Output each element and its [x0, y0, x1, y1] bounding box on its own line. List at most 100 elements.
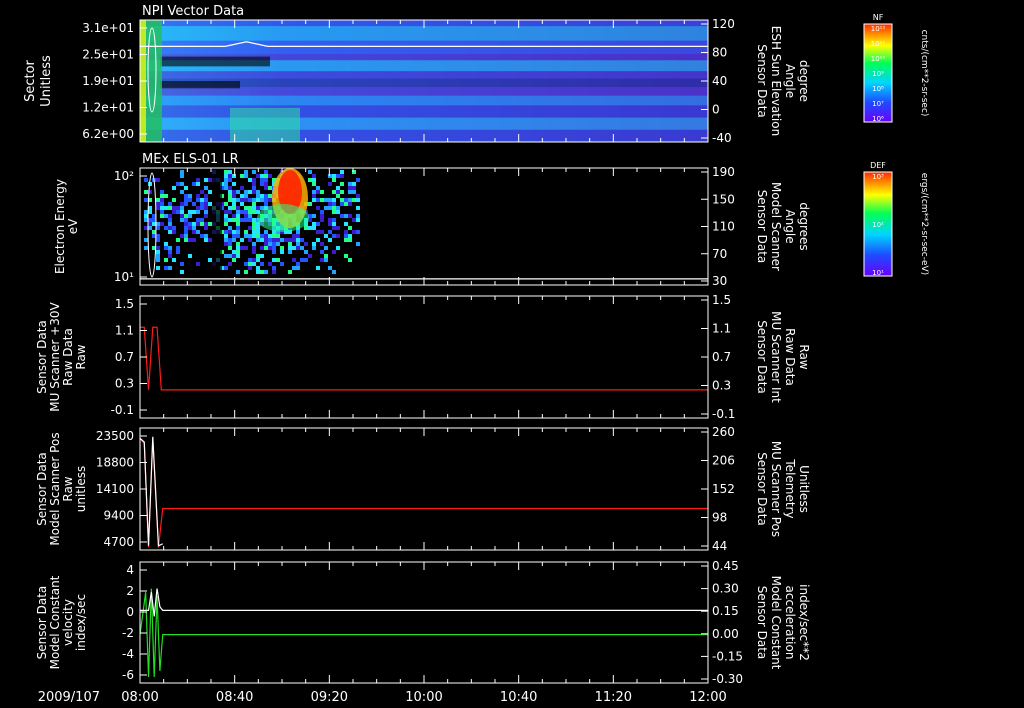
right-tick-label: 0.7 [712, 350, 731, 364]
right-tick-label: 260 [712, 425, 735, 439]
els-heatmap-cell [152, 218, 156, 222]
els-heatmap-cell [252, 202, 256, 206]
els-heatmap-cell [276, 242, 280, 246]
els-heatmap-cell [328, 174, 332, 178]
els-heatmap-cell [232, 238, 236, 242]
els-heatmap-cell [172, 186, 176, 190]
els-heatmap-cell [236, 222, 240, 226]
els-heatmap-cell [312, 198, 316, 202]
els-heatmap-cell [236, 206, 240, 210]
els-heatmap-cell [228, 194, 232, 198]
els-heatmap-cell [188, 226, 192, 230]
els-heatmap-cell [144, 214, 148, 218]
els-heatmap-cell [148, 218, 152, 222]
y-tick-label: 10² [114, 169, 134, 183]
els-heatmap-cell [272, 270, 276, 274]
els-heatmap-cell [352, 218, 356, 222]
els-heatmap-cell [196, 194, 200, 198]
els-heatmap-cell [200, 198, 204, 202]
els-heatmap-cell [156, 202, 160, 206]
els-heatmap-cell [180, 210, 184, 214]
els-heatmap-cell [316, 190, 320, 194]
els-heatmap-cell [196, 222, 200, 226]
els-heatmap-cell [176, 238, 180, 242]
els-heatmap-cell [240, 246, 244, 250]
els-heatmap-cell [252, 186, 256, 190]
els-heatmap-cell [316, 206, 320, 210]
els-heatmap-cell [224, 186, 228, 190]
els-heatmap-cell [312, 178, 316, 182]
els-heatmap-cell [324, 198, 328, 202]
els-heatmap-cell [328, 238, 332, 242]
els-heatmap-cell [288, 250, 292, 254]
right-axis-label: degrees [797, 202, 811, 250]
els-heatmap-cell [348, 214, 352, 218]
els-heatmap-cell [336, 186, 340, 190]
els-heatmap-cell [268, 198, 272, 202]
els-heatmap-cell [244, 270, 248, 274]
els-heatmap-cell [280, 238, 284, 242]
els-heatmap-cell [196, 198, 200, 202]
y-tick-label: 14100 [96, 482, 134, 496]
els-heatmap-cell [248, 262, 252, 266]
npi-heatmap-band [140, 105, 708, 118]
els-heatmap-cell [336, 246, 340, 250]
y-tick-label: 1.5 [115, 297, 134, 311]
els-heatmap-cell [224, 266, 228, 270]
els-heatmap-cell [236, 234, 240, 238]
els-heatmap-cell [268, 238, 272, 242]
right-tick-label: 98 [712, 511, 727, 525]
els-heatmap-cell [356, 178, 360, 182]
els-heatmap-cell [228, 230, 232, 234]
els-heatmap-cell [236, 198, 240, 202]
els-heatmap-cell [248, 234, 252, 238]
els-heatmap-cell [252, 262, 256, 266]
els-heatmap-cell [236, 210, 240, 214]
els-heatmap-cell [352, 198, 356, 202]
panel-title: NPI Vector Data [142, 4, 244, 19]
els-heatmap-cell [328, 206, 332, 210]
els-heatmap-cell [204, 210, 208, 214]
right-axis-label: acceleration [783, 586, 797, 660]
els-heatmap-cell [308, 178, 312, 182]
els-heatmap-cell [336, 190, 340, 194]
els-heatmap-cell [332, 270, 336, 274]
right-tick-label: 80 [712, 46, 727, 60]
els-heatmap-cell [156, 226, 160, 230]
right-tick-label: 0.3 [712, 379, 731, 393]
colorbar-tick: 10⁶ [872, 115, 884, 123]
els-heatmap-cell [328, 182, 332, 186]
els-heatmap-cell [248, 198, 252, 202]
els-heatmap-cell [264, 198, 268, 202]
els-heatmap-cell [252, 226, 256, 230]
panel-frame [139, 427, 709, 551]
els-heatmap-cell [224, 218, 228, 222]
els-heatmap-cell [268, 234, 272, 238]
els-heatmap-cell [308, 254, 312, 258]
time-tick-label: 12:00 [689, 690, 726, 705]
els-heatmap-cell [264, 194, 268, 198]
els-heatmap-cell [304, 250, 308, 254]
els-heatmap-cell [192, 182, 196, 186]
right-tick-label: 1.1 [712, 322, 731, 336]
right-tick-label: 152 [712, 482, 735, 496]
els-heatmap-cell [256, 234, 260, 238]
els-heatmap-cell [272, 250, 276, 254]
els-heatmap-cell [160, 198, 164, 202]
els-heatmap-cell [192, 238, 196, 242]
right-axis-label: Sensor Data [755, 190, 769, 264]
right-tick-label: 0 [712, 103, 720, 117]
els-heatmap-cell [208, 178, 212, 182]
els-heatmap-cell [236, 190, 240, 194]
els-heatmap-cell [228, 262, 232, 266]
els-heatmap-cell [312, 222, 316, 226]
els-heatmap-cell [248, 214, 252, 218]
els-heatmap-cell [224, 230, 228, 234]
els-heatmap-cell [264, 170, 268, 174]
els-heatmap-cell [244, 198, 248, 202]
els-heatmap-cell [264, 178, 268, 182]
els-heatmap-cell [316, 186, 320, 190]
els-heatmap-cell [232, 198, 236, 202]
time-tick-label: 08:40 [216, 690, 253, 705]
els-heatmap-cell [308, 226, 312, 230]
